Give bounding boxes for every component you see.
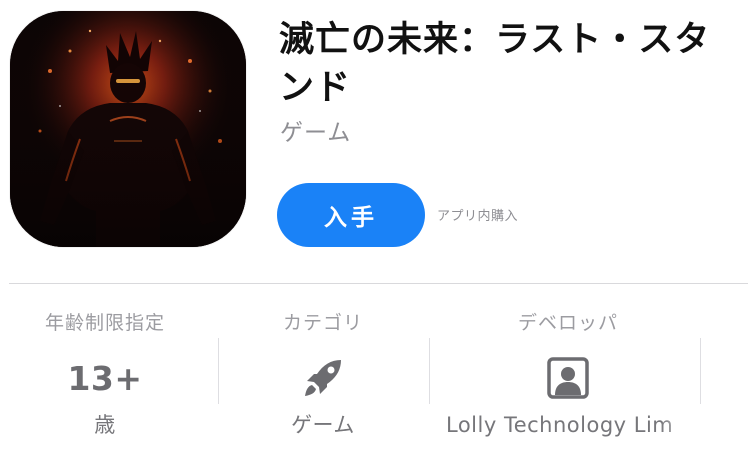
age-rating-info[interactable]: 年齢制限指定 13+ 歳	[0, 308, 210, 440]
age-rating-label: 年齢制限指定	[44, 312, 165, 334]
rocket-icon	[305, 360, 341, 396]
app-category-subtitle[interactable]: ゲーム	[280, 113, 351, 147]
app-icon	[10, 11, 246, 247]
age-rating-value: 13+	[67, 358, 143, 398]
divider	[9, 283, 748, 284]
developer-label: デベロッパ	[517, 312, 618, 334]
category-value: ゲーム	[291, 413, 355, 437]
warrior-artwork	[10, 11, 246, 247]
category-info[interactable]: カテゴリ ゲーム	[218, 308, 428, 440]
developer-name[interactable]: Lolly Technology Lim	[436, 410, 700, 440]
person-icon	[547, 357, 589, 399]
column-separator	[700, 338, 701, 404]
category-label: カテゴリ	[282, 312, 363, 334]
app-title: 滅亡の未来：ラスト・スタンド	[279, 20, 711, 108]
age-rating-unit: 歳	[94, 413, 116, 437]
column-separator	[429, 338, 430, 404]
in-app-purchase-note: アプリ内購入	[437, 209, 519, 224]
get-button[interactable]: 入手	[277, 183, 425, 247]
developer-info[interactable]: デベロッパ Lolly Technology Lim	[436, 308, 700, 440]
